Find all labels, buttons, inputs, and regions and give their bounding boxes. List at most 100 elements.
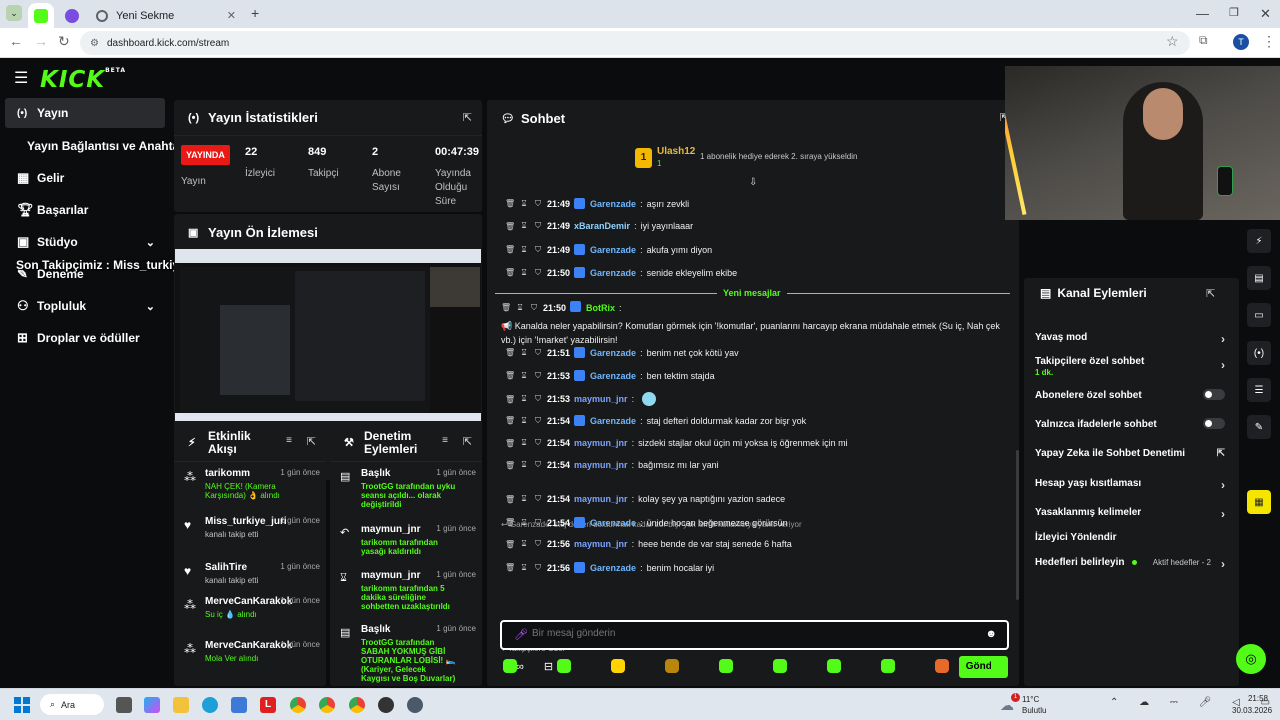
sidebar-item-droplar[interactable]: ⊞ Droplar ve ödüller — [5, 323, 165, 353]
chat-username[interactable]: Garenzade — [590, 268, 636, 278]
chrome-icon[interactable] — [290, 697, 306, 713]
chat-message[interactable]: 🗑︎ ⌛︎ ⛉ 21:56 Garenzade: benim hocalar iyi — [505, 562, 1005, 573]
timeout-icon[interactable]: ⌛︎ — [519, 394, 529, 404]
chat-username[interactable]: Garenzade — [590, 416, 636, 426]
stream-preview-video[interactable] — [175, 249, 481, 421]
timeout-icon[interactable]: ⌛︎ — [519, 518, 529, 528]
ban-icon[interactable]: ⛉ — [533, 199, 543, 209]
moderation-item[interactable]: ↶ maymun_jnr 1 gün önce tarikomm tarafından… — [340, 524, 476, 556]
activity-item[interactable]: ⁂ MerveCanKarakok 1 gün önce Su iç 💧 alındı — [184, 596, 320, 619]
sidebar-item-topluluk[interactable]: ⚇ Topluluk ⌄ — [5, 291, 165, 321]
ban-icon[interactable]: ⛉ — [533, 460, 543, 470]
extensions-icon[interactable]: ⧉ — [1199, 33, 1208, 48]
timeout-icon[interactable]: ⌛︎ — [519, 563, 529, 573]
chat-username[interactable]: Garenzade — [590, 348, 636, 358]
chat-username[interactable]: maymun_jnr — [574, 438, 628, 448]
emote-button[interactable] — [881, 659, 895, 673]
activity-item[interactable]: ♥ SalihTire 1 gün önce kanalı takip etti — [184, 562, 320, 585]
delete-icon[interactable]: 🗑︎ — [505, 268, 515, 277]
minimize-icon[interactable]: — — [1196, 6, 1209, 21]
activity-item[interactable]: ⁂ MerveCanKarakok 1 gün önce Mola Ver alınd… — [184, 640, 320, 663]
chat-message[interactable]: 🗑︎ ⌛︎ ⛉ 21:49 Garenzade: aşırı zevkli — [505, 198, 1005, 209]
channel-action-7[interactable]: İzleyici Yönlendir — [1035, 532, 1225, 543]
settings-icon[interactable] — [407, 697, 423, 713]
ban-icon[interactable]: ⛉ — [533, 518, 543, 528]
filter-icon[interactable]: ≡ — [286, 435, 292, 446]
delete-icon[interactable]: 🗑︎ — [505, 540, 515, 549]
expand-icon[interactable]: ⇱ — [463, 435, 472, 448]
hamburger-menu-icon[interactable]: ☰ — [14, 68, 28, 88]
ban-icon[interactable]: ⛉ — [533, 438, 543, 448]
chat-scrollbar[interactable] — [1016, 450, 1019, 600]
forward-icon[interactable]: → — [34, 33, 48, 49]
emote-button[interactable] — [773, 659, 787, 673]
timeout-icon[interactable]: ⌛︎ — [519, 348, 529, 358]
rail-chat-icon[interactable]: ▭ — [1247, 303, 1271, 327]
weather-widget[interactable]: ☁ 1 11°C Bulutlu — [1000, 693, 1090, 717]
moderation-item[interactable]: ▤ Başlık 1 gün önce TrootGG tarafından SABA… — [340, 624, 476, 683]
delete-icon[interactable]: 🗑︎ — [505, 461, 515, 470]
tab-menu-button[interactable]: ⌄ — [6, 5, 22, 21]
rail-bolt-icon[interactable]: ⚡︎ — [1247, 229, 1271, 253]
chat-message[interactable]: 🗑︎ ⌛︎ ⛉ 21:54 Garenzade: ünide hocan beğenmez… — [505, 517, 1005, 528]
channel-action-0[interactable]: Yavaş mod › — [1035, 332, 1225, 346]
channel-action-5[interactable]: Hesap yaşı kısıtlaması › — [1035, 478, 1225, 492]
site-info-icon[interactable]: ⚙ — [90, 38, 99, 49]
rail-signal-icon[interactable]: (•) — [1247, 341, 1271, 365]
expand-icon[interactable]: ⇱ — [307, 435, 316, 448]
emote-button[interactable] — [935, 659, 949, 673]
chat-username[interactable]: Garenzade — [590, 563, 636, 573]
emote-button[interactable] — [827, 659, 841, 673]
timeout-icon[interactable]: ⌛︎ — [519, 494, 529, 504]
task-view-icon[interactable] — [116, 697, 132, 713]
delete-icon[interactable]: 🗑︎ — [505, 222, 515, 231]
delete-icon[interactable]: 🗑︎ — [505, 245, 515, 254]
timeout-icon[interactable]: ⌛︎ — [519, 221, 529, 231]
ban-icon[interactable]: ⛉ — [533, 416, 543, 426]
chat-pause-icon[interactable]: ⇩ — [749, 177, 757, 188]
chat-message[interactable]: 🗑︎ ⌛︎ ⛉ 21:54 Garenzade: staj defteri doldurm… — [505, 415, 1005, 426]
chat-username[interactable]: Garenzade — [590, 371, 636, 381]
channel-action-3[interactable]: Yalnızca ifadelerle sohbet — [1035, 418, 1225, 430]
chat-message[interactable]: 🗑︎ ⌛︎ ⛉ 21:53 Garenzade: ben tektim stajda — [505, 370, 1005, 381]
emoji-icon[interactable]: ☻ — [985, 628, 997, 640]
chat-message[interactable]: 🗑︎ ⌛︎ ⛉ 21:50 Garenzade: senide ekleyelim eki… — [505, 267, 1005, 278]
close-window-icon[interactable]: ✕ — [1260, 6, 1271, 22]
ban-icon[interactable]: ⛉ — [533, 268, 543, 278]
timeout-icon[interactable]: ⌛︎ — [519, 199, 529, 209]
delete-icon[interactable]: 🗑︎ — [505, 348, 515, 357]
windows-start-icon[interactable] — [14, 697, 30, 713]
chat-username[interactable]: maymun_jnr — [574, 460, 628, 470]
chat-message[interactable]: 🗑︎ ⌛︎ ⛉ 21:54 maymun_jnr: sizdeki stajlar oku… — [505, 438, 1005, 448]
chat-username[interactable]: Garenzade — [590, 518, 636, 528]
tab-kick-dashboard[interactable] — [28, 3, 54, 28]
moderation-item[interactable]: ▤ Başlık 1 gün önce TrootGG tarafından uyku… — [340, 468, 476, 509]
emote-button[interactable] — [991, 659, 1005, 673]
channel-action-4[interactable]: Yapay Zeka ile Sohbet Denetimi ⇱ — [1035, 448, 1225, 459]
chat-username[interactable]: xBaranDemir — [574, 221, 630, 231]
emote-button[interactable] — [665, 659, 679, 673]
toggle-switch[interactable] — [1203, 418, 1225, 429]
delete-icon[interactable]: 🗑︎ — [505, 416, 515, 425]
rail-clapper-icon[interactable]: ▦ — [1247, 490, 1271, 514]
sidebar-item-stream-key[interactable]: Yayın Bağlantısı ve Anahtarı — [5, 131, 187, 161]
ban-icon[interactable]: ⛉ — [533, 494, 543, 504]
rail-panels-icon[interactable]: ☰ — [1247, 378, 1271, 402]
timeout-icon[interactable]: ⌛︎ — [519, 416, 529, 426]
ban-icon[interactable]: ⛉ — [533, 371, 543, 381]
chat-message[interactable]: 🗑︎ ⌛︎ ⛉ 21:56 maymun_jnr: heee bende de var s… — [505, 539, 1005, 549]
sidebar-item-basarilar[interactable]: 🏆︎ Başarılar — [5, 195, 165, 225]
ban-icon[interactable]: ⛉ — [533, 563, 543, 573]
store-icon[interactable] — [231, 697, 247, 713]
obs-icon[interactable] — [378, 697, 394, 713]
profile-avatar[interactable]: T — [1233, 34, 1249, 50]
rail-wrench-icon[interactable]: ✎ — [1247, 415, 1271, 439]
activity-item[interactable]: ⁂ tarikomm 1 gün önce NAH ÇEK! (Kamera Karş… — [184, 468, 320, 500]
reload-icon[interactable]: ↻ — [58, 33, 70, 50]
restore-icon[interactable]: ❐ — [1229, 6, 1239, 19]
tab-second[interactable] — [60, 3, 84, 28]
expand-icon[interactable]: ⇱ — [463, 111, 472, 124]
sidebar-item-studyo[interactable]: ▣ Stüdyo ⌄ — [5, 227, 165, 257]
delete-icon[interactable]: 🗑︎ — [505, 439, 515, 448]
timeout-icon[interactable]: ⌛︎ — [519, 268, 529, 278]
